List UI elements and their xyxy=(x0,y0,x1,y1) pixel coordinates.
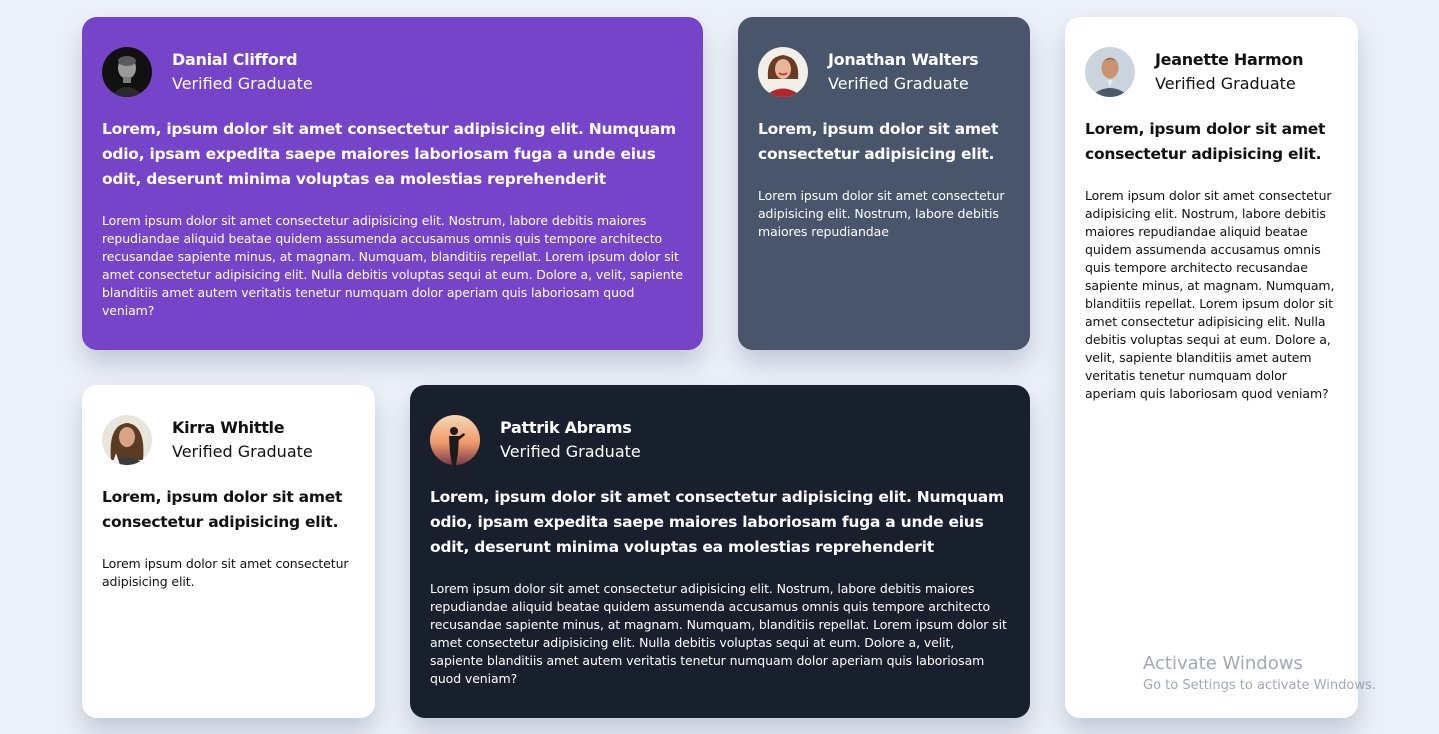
avatar-photo xyxy=(1085,47,1135,97)
testimonial-body: Lorem ipsum dolor sit amet consectetur a… xyxy=(430,581,1007,686)
avatar-image xyxy=(1085,47,1135,97)
person-name: Jonathan Walters xyxy=(828,49,979,69)
avatar-image xyxy=(102,47,152,97)
testimonial-quote: Lorem, ipsum dolor sit amet consectetur … xyxy=(1085,120,1326,163)
person-role: Verified Graduate xyxy=(1155,73,1296,93)
testimonial-body: Lorem ipsum dolor sit amet consectetur a… xyxy=(102,213,684,318)
testimonial-quote: Lorem, ipsum dolor sit amet consectetur … xyxy=(758,120,999,163)
person-info: Kirra Whittle Verified Graduate xyxy=(172,418,313,463)
card-header: Danial Clifford Verified Graduate xyxy=(102,47,683,97)
person-role: Verified Graduate xyxy=(172,441,313,461)
testimonial-card-jeanette-harmon: Jeanette Harmon Verified Graduate Lorem,… xyxy=(1065,17,1358,718)
card-header: Kirra Whittle Verified Graduate xyxy=(102,415,355,465)
avatar-photo xyxy=(102,47,152,97)
testimonial-card-pattrik-abrams: Pattrik Abrams Verified Graduate Lorem, … xyxy=(410,385,1030,718)
testimonial-card-kirra-whittle: Kirra Whittle Verified Graduate Lorem, i… xyxy=(82,385,375,718)
avatar-photo xyxy=(430,415,480,465)
person-role: Verified Graduate xyxy=(172,73,313,93)
avatar-photo xyxy=(758,47,808,97)
person-info: Danial Clifford Verified Graduate xyxy=(172,50,313,95)
testimonial-body: Lorem ipsum dolor sit amet consectetur a… xyxy=(102,556,349,589)
testimonial-quote: Lorem, ipsum dolor sit amet consectetur … xyxy=(430,488,1004,556)
person-name: Pattrik Abrams xyxy=(500,417,632,437)
avatar-image xyxy=(430,415,480,465)
avatar-photo xyxy=(102,415,152,465)
testimonial-card-danial-clifford: Danial Clifford Verified Graduate Lorem,… xyxy=(82,17,703,350)
person-name: Danial Clifford xyxy=(172,49,298,69)
testimonial-body: Lorem ipsum dolor sit amet consectetur a… xyxy=(1085,188,1335,401)
person-role: Verified Graduate xyxy=(500,441,641,461)
avatar-image xyxy=(102,415,152,465)
testimonial-quote: Lorem, ipsum dolor sit amet consectetur … xyxy=(102,488,343,531)
person-info: Pattrik Abrams Verified Graduate xyxy=(500,418,641,463)
card-header: Jeanette Harmon Verified Graduate xyxy=(1085,47,1338,97)
person-info: Jonathan Walters Verified Graduate xyxy=(828,49,979,95)
card-header: Jonathan Walters Verified Graduate xyxy=(758,47,1010,97)
person-info: Jeanette Harmon Verified Graduate xyxy=(1155,49,1304,95)
testimonial-card-jonathan-walters: Jonathan Walters Verified Graduate Lorem… xyxy=(738,17,1030,350)
avatar-image xyxy=(758,47,808,97)
testimonial-body: Lorem ipsum dolor sit amet consectetur a… xyxy=(758,188,1005,239)
person-role: Verified Graduate xyxy=(828,73,969,93)
person-name: Kirra Whittle xyxy=(172,417,285,437)
testimonial-quote: Lorem, ipsum dolor sit amet consectetur … xyxy=(102,120,676,188)
person-name: Jeanette Harmon xyxy=(1155,49,1304,69)
card-header: Pattrik Abrams Verified Graduate xyxy=(430,415,1010,465)
